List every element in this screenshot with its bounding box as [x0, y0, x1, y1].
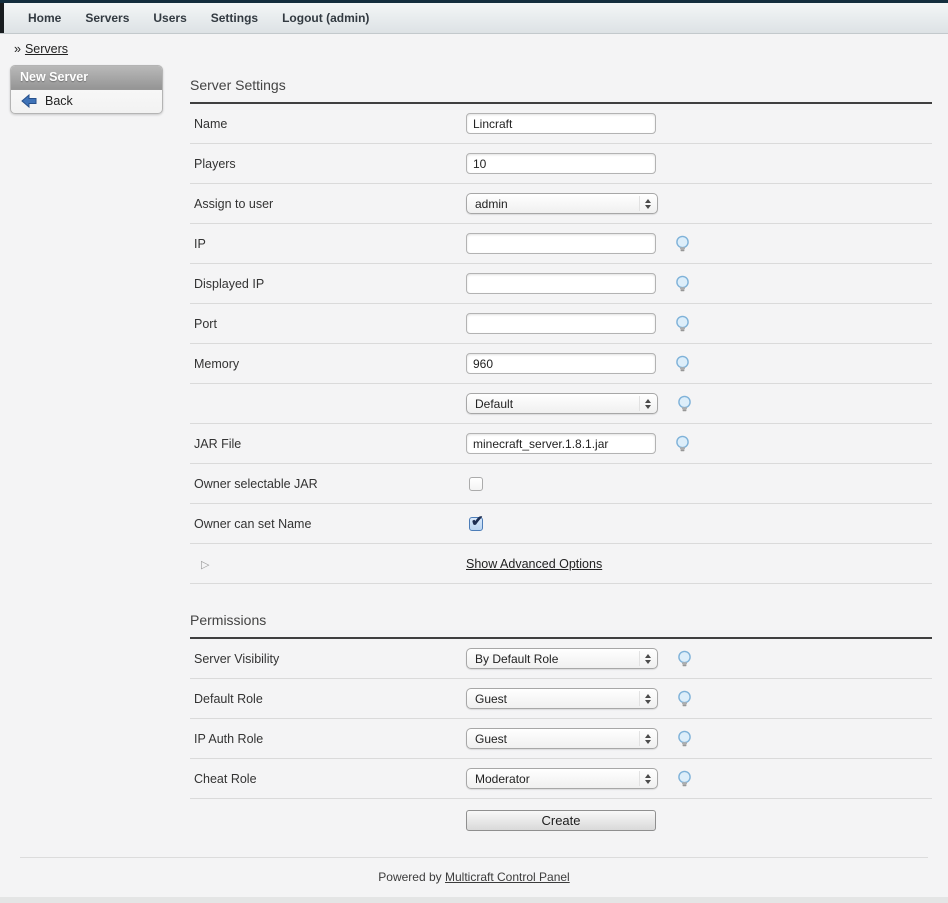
form-row-jar-file: JAR File	[190, 424, 932, 464]
help-bulb-icon[interactable]	[674, 235, 691, 253]
field-label-cheat-role: Cheat Role	[190, 772, 466, 786]
field-label-players: Players	[190, 157, 466, 171]
cheat-role-select[interactable]: Moderator	[466, 768, 658, 789]
select-updown-arrows-icon	[639, 691, 657, 706]
breadcrumb: » Servers	[14, 42, 68, 56]
field-label-server-visibility: Server Visibility	[190, 652, 466, 666]
form-row-submit: Create	[190, 799, 932, 841]
field-label-port: Port	[190, 317, 466, 331]
help-bulb-icon[interactable]	[676, 770, 693, 788]
jar-file-input[interactable]	[466, 433, 656, 454]
field-label-owner-can-set-name: Owner can set Name	[190, 517, 466, 531]
breadcrumb-link-servers[interactable]: Servers	[25, 42, 68, 56]
ip-input[interactable]	[466, 233, 656, 254]
show-advanced-options-link[interactable]: Show Advanced Options	[466, 557, 602, 571]
section-title-server-settings: Server Settings	[190, 77, 932, 104]
default-select[interactable]: Default	[466, 393, 658, 414]
main-nav: Home Servers Users Settings Logout (admi…	[0, 3, 948, 34]
back-button-label: Back	[45, 94, 73, 108]
ip-auth-role-selected-value: Guest	[475, 732, 639, 746]
default-role-select[interactable]: Guest	[466, 688, 658, 709]
default-role-selected-value: Guest	[475, 692, 639, 706]
nav-item-logout[interactable]: Logout (admin)	[282, 11, 369, 25]
form-row-players: Players	[190, 144, 932, 184]
form-row-cheat-role: Cheat Role Moderator	[190, 759, 932, 799]
nav-item-users[interactable]: Users	[153, 11, 186, 25]
form-area: Server Settings Name Players Assign to u…	[190, 34, 932, 841]
field-label-ip: IP	[190, 237, 466, 251]
window-bottom-edge	[0, 897, 948, 903]
server-visibility-select[interactable]: By Default Role	[466, 648, 658, 669]
field-label-ip-auth-role: IP Auth Role	[190, 732, 466, 746]
form-row-owner-can-set-name: Owner can set Name	[190, 504, 932, 544]
form-row-default-role: Default Role Guest	[190, 679, 932, 719]
select-updown-arrows-icon	[639, 196, 657, 211]
triangle-right-icon[interactable]: ▷	[194, 559, 209, 571]
form-row-ip: IP	[190, 224, 932, 264]
sidebar-title: New Server	[11, 66, 162, 90]
form-row-port: Port	[190, 304, 932, 344]
help-bulb-icon[interactable]	[676, 690, 693, 708]
field-label-jar-file: JAR File	[190, 437, 466, 451]
back-arrow-icon	[21, 94, 37, 108]
field-label-owner-selectable-jar: Owner selectable JAR	[190, 477, 466, 491]
owner-can-set-name-checkbox[interactable]	[469, 517, 483, 531]
server-visibility-selected-value: By Default Role	[475, 652, 639, 666]
sidebar-panel: New Server Back	[10, 65, 163, 114]
help-bulb-icon[interactable]	[674, 435, 691, 453]
page-footer: Powered by Multicraft Control Panel	[20, 857, 928, 884]
owner-selectable-jar-checkbox[interactable]	[469, 477, 483, 491]
nav-item-home[interactable]: Home	[28, 11, 61, 25]
cheat-role-selected-value: Moderator	[475, 772, 639, 786]
advanced-options-collapse: ▷	[190, 557, 466, 571]
ip-auth-role-select[interactable]: Guest	[466, 728, 658, 749]
help-bulb-icon[interactable]	[676, 650, 693, 668]
footer-text: Powered by	[378, 870, 441, 884]
assign-user-selected-value: admin	[475, 197, 639, 211]
form-row-assign-user: Assign to user admin	[190, 184, 932, 224]
field-label-memory: Memory	[190, 357, 466, 371]
help-bulb-icon[interactable]	[674, 315, 691, 333]
assign-user-select[interactable]: admin	[466, 193, 658, 214]
players-input[interactable]	[466, 153, 656, 174]
field-label-assign-user: Assign to user	[190, 197, 466, 211]
section-title-permissions: Permissions	[190, 612, 932, 639]
field-label-displayed-ip: Displayed IP	[190, 277, 466, 291]
field-label-name: Name	[190, 117, 466, 131]
nav-item-servers[interactable]: Servers	[85, 11, 129, 25]
select-updown-arrows-icon	[639, 771, 657, 786]
field-label-default-role: Default Role	[190, 692, 466, 706]
footer-link-multicraft[interactable]: Multicraft Control Panel	[445, 870, 570, 884]
form-row-memory: Memory	[190, 344, 932, 384]
select-updown-arrows-icon	[639, 396, 657, 411]
create-button[interactable]: Create	[466, 810, 656, 831]
breadcrumb-separator: »	[14, 42, 21, 56]
help-bulb-icon[interactable]	[676, 395, 693, 413]
help-bulb-icon[interactable]	[674, 355, 691, 373]
port-input[interactable]	[466, 313, 656, 334]
form-row-owner-selectable-jar: Owner selectable JAR	[190, 464, 932, 504]
form-row-ip-auth-role: IP Auth Role Guest	[190, 719, 932, 759]
form-row-name: Name	[190, 104, 932, 144]
name-input[interactable]	[466, 113, 656, 134]
default-selected-value: Default	[475, 397, 639, 411]
memory-input[interactable]	[466, 353, 656, 374]
form-row-world-type: Default	[190, 384, 932, 424]
nav-item-settings[interactable]: Settings	[211, 11, 258, 25]
select-updown-arrows-icon	[639, 731, 657, 746]
form-row-server-visibility: Server Visibility By Default Role	[190, 639, 932, 679]
back-button[interactable]: Back	[11, 90, 162, 113]
help-bulb-icon[interactable]	[674, 275, 691, 293]
select-updown-arrows-icon	[639, 651, 657, 666]
help-bulb-icon[interactable]	[676, 730, 693, 748]
form-row-advanced-options: ▷ Show Advanced Options	[190, 544, 932, 584]
displayed-ip-input[interactable]	[466, 273, 656, 294]
form-row-displayed-ip: Displayed IP	[190, 264, 932, 304]
